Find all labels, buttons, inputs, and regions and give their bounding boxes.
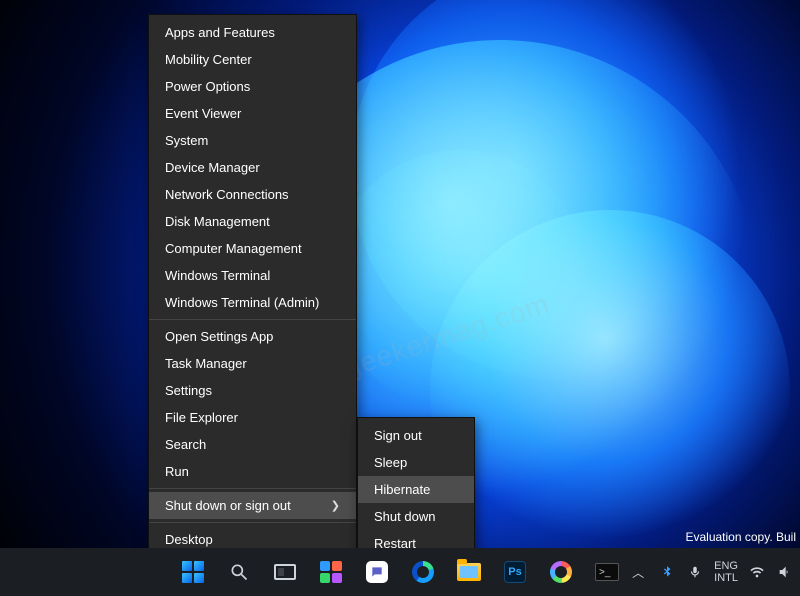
term-icon: >_ — [595, 563, 619, 581]
task-view-button[interactable] — [265, 552, 305, 592]
submenu-item-sign-out[interactable]: Sign out — [358, 422, 474, 449]
wallpaper-petal — [330, 150, 590, 410]
system-tray: ︿ ENG INTL — [628, 548, 794, 596]
menu-item-label: Search — [165, 437, 206, 452]
submenu-item-label: Sleep — [374, 455, 407, 470]
volume-icon[interactable] — [776, 563, 794, 581]
edge-icon — [412, 561, 434, 583]
winx-context-menu: Apps and Features Mobility Center Power Op… — [148, 14, 357, 558]
search-icon — [229, 562, 249, 582]
language-indicator[interactable]: ENG INTL — [714, 560, 738, 584]
menu-item-label: Open Settings App — [165, 329, 273, 344]
bluetooth-icon[interactable] — [658, 563, 676, 581]
menu-item-mobility-center[interactable]: Mobility Center — [149, 46, 356, 73]
menu-item-shut-down-or-sign-out[interactable]: Shut down or sign out ❯ — [149, 492, 356, 519]
menu-item-label: Run — [165, 464, 189, 479]
submenu-item-label: Sign out — [374, 428, 422, 443]
menu-item-label: Mobility Center — [165, 52, 252, 67]
submenu-item-shut-down[interactable]: Shut down — [358, 503, 474, 530]
menu-item-label: Apps and Features — [165, 25, 275, 40]
start-button[interactable] — [173, 552, 213, 592]
menu-item-label: Device Manager — [165, 160, 260, 175]
menu-separator — [149, 522, 356, 523]
menu-item-disk-management[interactable]: Disk Management — [149, 208, 356, 235]
menu-item-label: Windows Terminal — [165, 268, 270, 283]
menu-item-label: Settings — [165, 383, 212, 398]
menu-item-search[interactable]: Search — [149, 431, 356, 458]
chat-icon — [366, 561, 388, 583]
menu-item-windows-terminal[interactable]: Windows Terminal — [149, 262, 356, 289]
edge-button[interactable] — [403, 552, 443, 592]
menu-item-device-manager[interactable]: Device Manager — [149, 154, 356, 181]
microphone-icon[interactable] — [686, 563, 704, 581]
submenu-item-label: Hibernate — [374, 482, 430, 497]
language-bottom: INTL — [714, 572, 738, 584]
wifi-icon[interactable] — [748, 563, 766, 581]
menu-separator — [149, 488, 356, 489]
menu-item-power-options[interactable]: Power Options — [149, 73, 356, 100]
menu-item-settings[interactable]: Settings — [149, 377, 356, 404]
tray-overflow-button[interactable]: ︿ — [628, 564, 648, 581]
paint-button[interactable] — [541, 552, 581, 592]
terminal-button[interactable]: >_ — [587, 552, 627, 592]
start-icon — [182, 561, 204, 583]
widgets-button[interactable] — [311, 552, 351, 592]
menu-item-system[interactable]: System — [149, 127, 356, 154]
menu-item-event-viewer[interactable]: Event Viewer — [149, 100, 356, 127]
submenu-item-hibernate[interactable]: Hibernate — [358, 476, 474, 503]
menu-item-open-settings-app[interactable]: Open Settings App — [149, 323, 356, 350]
submenu-item-sleep[interactable]: Sleep — [358, 449, 474, 476]
search-button[interactable] — [219, 552, 259, 592]
menu-item-label: File Explorer — [165, 410, 238, 425]
taskbar-pinned-area: Ps >_ — [173, 552, 627, 592]
menu-item-label: Event Viewer — [165, 106, 241, 121]
menu-item-label: Disk Management — [165, 214, 270, 229]
paint-icon — [550, 561, 572, 583]
photoshop-button[interactable]: Ps — [495, 552, 535, 592]
menu-item-label: Network Connections — [165, 187, 289, 202]
ps-icon: Ps — [504, 561, 526, 583]
menu-item-label: System — [165, 133, 208, 148]
menu-item-task-manager[interactable]: Task Manager — [149, 350, 356, 377]
menu-item-run[interactable]: Run — [149, 458, 356, 485]
language-top: ENG — [714, 560, 738, 572]
submenu-item-label: Shut down — [374, 509, 435, 524]
menu-item-label: Power Options — [165, 79, 250, 94]
menu-item-label: Windows Terminal (Admin) — [165, 295, 319, 310]
menu-item-windows-terminal-admin[interactable]: Windows Terminal (Admin) — [149, 289, 356, 316]
menu-separator — [149, 319, 356, 320]
menu-item-label: Computer Management — [165, 241, 302, 256]
menu-item-computer-management[interactable]: Computer Management — [149, 235, 356, 262]
menu-item-label: Desktop — [165, 532, 213, 547]
menu-item-file-explorer[interactable]: File Explorer — [149, 404, 356, 431]
chat-button[interactable] — [357, 552, 397, 592]
file-explorer-button[interactable] — [449, 552, 489, 592]
explorer-icon — [457, 563, 481, 581]
menu-item-apps-and-features[interactable]: Apps and Features — [149, 19, 356, 46]
widgets-icon — [320, 561, 342, 583]
chevron-right-icon: ❯ — [331, 499, 340, 512]
taskbar: Ps >_ ︿ ENG INTL — [0, 548, 800, 596]
menu-item-label: Shut down or sign out — [165, 498, 291, 513]
shutdown-submenu: Sign outSleepHibernateShut downRestart — [357, 417, 475, 562]
menu-item-label: Task Manager — [165, 356, 247, 371]
menu-item-network-connections[interactable]: Network Connections — [149, 181, 356, 208]
taskview-icon — [274, 564, 296, 580]
desktop[interactable]: geekermag.com Evaluation copy. Buil Apps… — [0, 0, 800, 596]
